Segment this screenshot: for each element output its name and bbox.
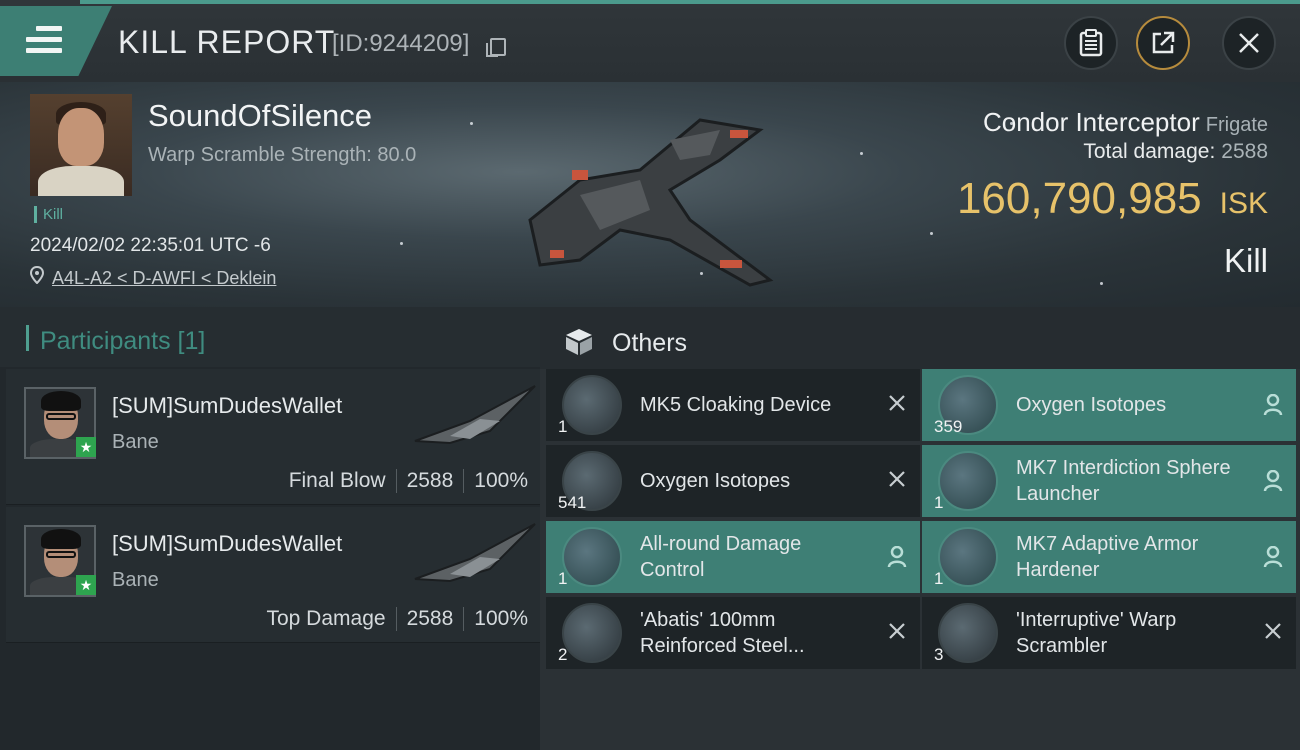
others-title: Others [612, 329, 688, 357]
item-row[interactable]: 1 MK7 Interdiction Sphere Launcher [922, 445, 1296, 517]
item-icon [938, 603, 998, 663]
item-name: 'Abatis' 100mm Reinforced Steel... [640, 609, 805, 657]
item-quantity: 1 [934, 569, 944, 588]
item-name: MK7 Interdiction Sphere Launcher [1016, 457, 1231, 505]
header-bar: KILL REPORT [ID:9244209] [0, 0, 1300, 82]
item-name: MK7 Adaptive Armor Hardener [1016, 533, 1199, 581]
person-icon [886, 545, 908, 568]
others-panel: Others 1 MK5 Cloaking Device 359 Oxygen Iso… [540, 307, 1300, 750]
menu-button[interactable] [0, 6, 112, 76]
participant-ship-image [414, 385, 536, 445]
kill-datetime: 2024/02/02 22:35:01 UTC -6 [30, 235, 271, 256]
participant-row[interactable]: ★ [SUM]SumDudesWallet Bane Final Blow 258… [6, 369, 540, 505]
clipboard-icon [1079, 29, 1103, 57]
participant-stats: Top Damage 2588 100% [266, 607, 528, 632]
hamburger-icon [26, 26, 62, 54]
item-quantity: 2 [558, 645, 568, 664]
participant-stats: Final Blow 2588 100% [288, 469, 528, 494]
report-id: [ID:9244209] [332, 30, 470, 57]
total-damage: Total damage: 2588 [1083, 140, 1268, 163]
item-name: Oxygen Isotopes [1016, 394, 1167, 416]
header-accent-line [80, 0, 1300, 4]
item-row[interactable]: 359 Oxygen Isotopes [922, 369, 1296, 441]
victim-name[interactable]: SoundOfSilence [148, 98, 372, 134]
star-badge-icon: ★ [76, 575, 96, 595]
share-icon [1152, 31, 1175, 54]
item-icon [938, 451, 998, 511]
x-mark-icon [886, 394, 908, 416]
participant-ship: Bane [112, 569, 159, 591]
person-icon [1262, 393, 1284, 416]
victim-banner: SoundOfSilence Warp Scramble Strength: 8… [0, 82, 1300, 307]
item-name: MK5 Cloaking Device [640, 394, 832, 416]
item-quantity: 1 [558, 417, 568, 436]
item-icon [562, 527, 622, 587]
participant-ship: Bane [112, 431, 159, 453]
item-row[interactable]: 1 All-round Damage Control [546, 521, 920, 593]
participants-header: Participants [1] [0, 307, 540, 367]
item-row[interactable]: 2 'Abatis' 100mm Reinforced Steel... [546, 597, 920, 669]
close-icon [1239, 33, 1259, 53]
location-pin-icon [30, 266, 44, 284]
participants-title: Participants [1] [40, 327, 206, 355]
person-icon [1262, 545, 1284, 568]
location-link[interactable]: A4L-A2 < D-AWFI < Deklein [52, 268, 276, 289]
x-mark-icon [1262, 622, 1284, 644]
item-quantity: 541 [558, 493, 587, 512]
copy-icon[interactable] [486, 38, 506, 57]
page-title: KILL REPORT [118, 24, 336, 60]
share-button[interactable] [1136, 16, 1190, 70]
star-badge-icon: ★ [76, 437, 96, 457]
x-mark-icon [886, 622, 908, 644]
victim-ship-image[interactable] [520, 100, 780, 290]
kill-result: Kill [1223, 242, 1268, 279]
x-mark-icon [886, 470, 908, 492]
item-row[interactable]: 1 MK7 Adaptive Armor Hardener [922, 521, 1296, 593]
item-quantity: 359 [934, 417, 963, 436]
item-row[interactable]: 1 MK5 Cloaking Device [546, 369, 920, 441]
item-quantity: 3 [934, 645, 944, 664]
item-quantity: 1 [558, 569, 568, 588]
clipboard-button[interactable] [1064, 16, 1118, 70]
participant-name[interactable]: [SUM]SumDudesWallet [112, 531, 342, 557]
item-icon [562, 375, 622, 435]
ship-class: Frigate [1205, 114, 1268, 136]
participant-name[interactable]: [SUM]SumDudesWallet [112, 393, 342, 419]
warp-scramble-strength: Warp Scramble Strength: 80.0 [148, 144, 417, 166]
item-icon [938, 527, 998, 587]
victim-ship-name[interactable]: Condor Interceptor Frigate [983, 107, 1268, 138]
isk-value: 160,790,985 ISK [956, 174, 1268, 223]
item-icon [562, 603, 622, 663]
item-quantity: 1 [934, 493, 944, 512]
victim-avatar[interactable] [30, 94, 132, 196]
item-row[interactable]: 3 'Interruptive' Warp Scrambler [922, 597, 1296, 669]
others-header: Others [540, 307, 1300, 369]
item-row[interactable]: 541 Oxygen Isotopes [546, 445, 920, 517]
box-icon [566, 329, 592, 355]
participant-row[interactable]: ★ [SUM]SumDudesWallet Bane Top Damage 258… [6, 507, 540, 643]
item-name: 'Interruptive' Warp Scrambler [1016, 609, 1177, 657]
participant-ship-image [414, 523, 536, 583]
item-name: All-round Damage Control [640, 533, 802, 581]
kill-tag: Kill [34, 206, 63, 223]
person-icon [1262, 469, 1284, 492]
close-button[interactable] [1222, 16, 1276, 70]
participants-panel: Participants [1] ★ [SUM]SumDudesWallet B… [0, 307, 540, 750]
item-name: Oxygen Isotopes [640, 470, 791, 492]
